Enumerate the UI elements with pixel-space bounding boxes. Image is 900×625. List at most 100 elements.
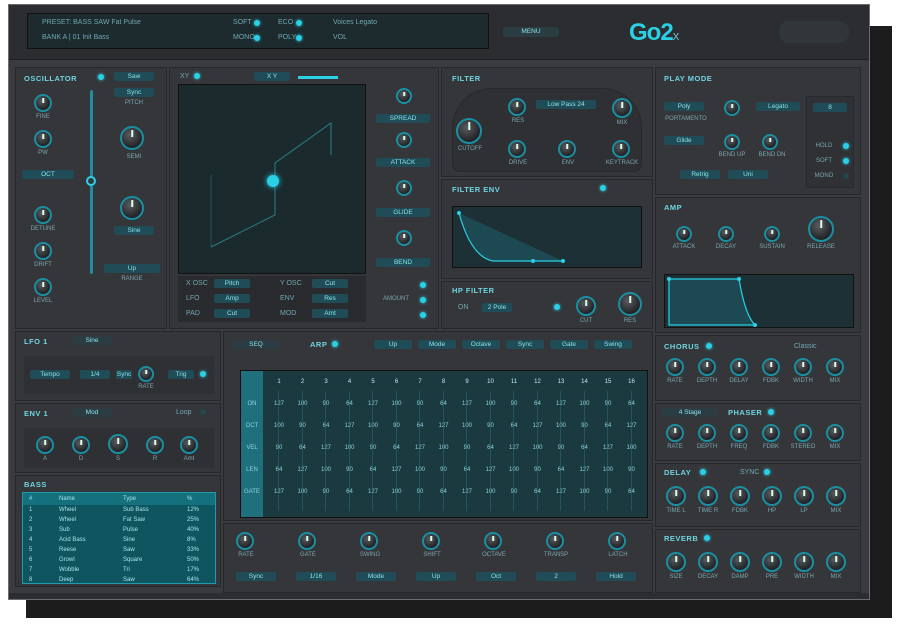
osc-slider-handle[interactable]	[86, 176, 96, 186]
seq-step-value[interactable]: 64	[528, 401, 548, 407]
delay-sync-led[interactable]	[764, 469, 770, 475]
seq-step-value[interactable]: 64	[575, 445, 595, 451]
seq-step-value[interactable]: 127	[598, 445, 618, 451]
bend-up-knob[interactable]	[724, 134, 740, 150]
seq-step-value[interactable]: 64	[504, 423, 524, 429]
seq-step-value[interactable]: 127	[481, 467, 501, 473]
seq-step-value[interactable]: 100	[340, 445, 360, 451]
chorus-knob[interactable]	[666, 358, 684, 376]
hp-cut-knob[interactable]	[576, 296, 596, 316]
portamento-knob[interactable]	[724, 100, 740, 116]
seq-step-value[interactable]: 90	[551, 445, 571, 451]
seq-step-value[interactable]: 90	[410, 401, 430, 407]
seq-step-value[interactable]: 64	[293, 445, 313, 451]
seq-step-value[interactable]: 64	[340, 489, 360, 495]
arp-gate-knob[interactable]	[298, 532, 316, 550]
chorus-led[interactable]	[706, 343, 712, 349]
seq-step-value[interactable]: 90	[598, 401, 618, 407]
xy-mod-x-dest[interactable]: Pitch	[214, 279, 250, 288]
seq-step-value[interactable]: 90	[504, 401, 524, 407]
reverb-knob[interactable]	[762, 552, 782, 572]
seq-step-value[interactable]: 100	[293, 401, 313, 407]
delay-knob[interactable]	[698, 486, 718, 506]
drive-knob[interactable]	[508, 140, 526, 158]
table-row[interactable]: 5 Reese Saw 33%	[23, 545, 215, 555]
seq-step-value[interactable]: 90	[481, 423, 501, 429]
sub-knob[interactable]	[120, 196, 144, 220]
seq-step-value[interactable]: 127	[622, 423, 642, 429]
preset-display[interactable]: PRESET: BASS SAW Fat Pulse BANK A | 01 I…	[27, 13, 489, 49]
seq-step-value[interactable]: 127	[387, 467, 407, 473]
seq-step-value[interactable]: 100	[269, 423, 289, 429]
phaser-knob[interactable]	[762, 424, 780, 442]
cutoff-knob[interactable]	[456, 118, 482, 144]
arp-octave-knob[interactable]	[484, 532, 502, 550]
keytrack-knob[interactable]	[612, 140, 630, 158]
seq-step-value[interactable]: 127	[410, 445, 430, 451]
seq-step-value[interactable]: 100	[481, 489, 501, 495]
seq-step-value[interactable]: 127	[434, 423, 454, 429]
soft-led[interactable]	[254, 20, 260, 26]
seq-step-value[interactable]: 64	[363, 467, 383, 473]
step-sequencer[interactable]: ONOCTVELLENGATE1127100906412721009064127…	[240, 370, 648, 518]
seq-step-value[interactable]: 100	[457, 423, 477, 429]
lfo-led[interactable]	[200, 371, 206, 377]
lfo-division-select[interactable]: 1/4	[80, 370, 110, 379]
seq-step-value[interactable]: 64	[434, 489, 454, 495]
seq-step-value[interactable]: 127	[575, 467, 595, 473]
seq-step-value[interactable]: 90	[316, 489, 336, 495]
xy-led-1[interactable]	[420, 282, 426, 288]
xy-mod-mod-dest[interactable]: Amt	[312, 309, 348, 318]
hp-res-knob[interactable]	[618, 292, 642, 316]
seq-step-value[interactable]: 100	[363, 423, 383, 429]
arp-option-select[interactable]: Mode	[418, 340, 456, 349]
seq-step-value[interactable]: 90	[410, 489, 430, 495]
arp-button[interactable]: Up	[416, 572, 456, 581]
spread-knob[interactable]	[396, 88, 412, 104]
glide-button[interactable]: Glide	[664, 136, 704, 145]
seq-step-value[interactable]: 64	[434, 401, 454, 407]
filter-env-knob[interactable]	[558, 140, 576, 158]
seq-step-value[interactable]: 64	[316, 423, 336, 429]
table-row[interactable]: 8 Deep Saw 64%	[23, 575, 215, 585]
arp-button[interactable]: Sync	[236, 572, 276, 581]
filter-type-select[interactable]: Low Pass 24	[536, 100, 596, 109]
seq-step-value[interactable]: 90	[293, 423, 313, 429]
seq-step-value[interactable]: 64	[551, 467, 571, 473]
xy-mod-pad-dest[interactable]: Cut	[214, 309, 250, 318]
table-row[interactable]: 3 Sub Pulse 40%	[23, 525, 215, 535]
bend-down-knob[interactable]	[762, 134, 778, 150]
mono-led[interactable]	[254, 35, 260, 41]
seq-step-value[interactable]: 127	[363, 401, 383, 407]
seq-step-value[interactable]: 90	[316, 401, 336, 407]
seq-step-value[interactable]: 90	[387, 423, 407, 429]
lfo-tempo-select[interactable]: Tempo	[30, 370, 70, 379]
xy-mod-lfo-dest[interactable]: Amp	[214, 294, 250, 303]
arp-button[interactable]: Mode	[356, 572, 396, 581]
seq-step-value[interactable]: 100	[504, 467, 524, 473]
env-decay-knob[interactable]	[72, 436, 90, 454]
seq-mode-button[interactable]: SEQ	[232, 340, 280, 349]
semi-knob[interactable]	[120, 126, 144, 150]
voices-select[interactable]: 8	[813, 103, 847, 112]
arp-button[interactable]: Oct	[476, 572, 516, 581]
arp-button[interactable]: 2	[536, 572, 576, 581]
filter-env-led[interactable]	[600, 185, 606, 191]
seq-step-value[interactable]: 127	[293, 467, 313, 473]
chorus-knob[interactable]	[826, 358, 844, 376]
seq-step-value[interactable]: 64	[622, 401, 642, 407]
seq-step-value[interactable]: 64	[481, 445, 501, 451]
detune-knob[interactable]	[34, 206, 52, 224]
sub-select[interactable]: Sine	[114, 226, 154, 235]
xy-led-2[interactable]	[420, 297, 426, 303]
seq-step-value[interactable]: 90	[363, 445, 383, 451]
env-amount-knob[interactable]	[180, 436, 198, 454]
seq-step-value[interactable]: 90	[528, 467, 548, 473]
seq-step-value[interactable]: 64	[269, 467, 289, 473]
arp-rate-knob[interactable]	[236, 532, 254, 550]
xy-amount-bar[interactable]	[298, 76, 338, 79]
reverb-knob[interactable]	[794, 552, 814, 572]
lfo-wave-select[interactable]: Sine	[72, 336, 112, 345]
seq-step-value[interactable]: 64	[528, 489, 548, 495]
arp-swing-knob[interactable]	[360, 532, 378, 550]
